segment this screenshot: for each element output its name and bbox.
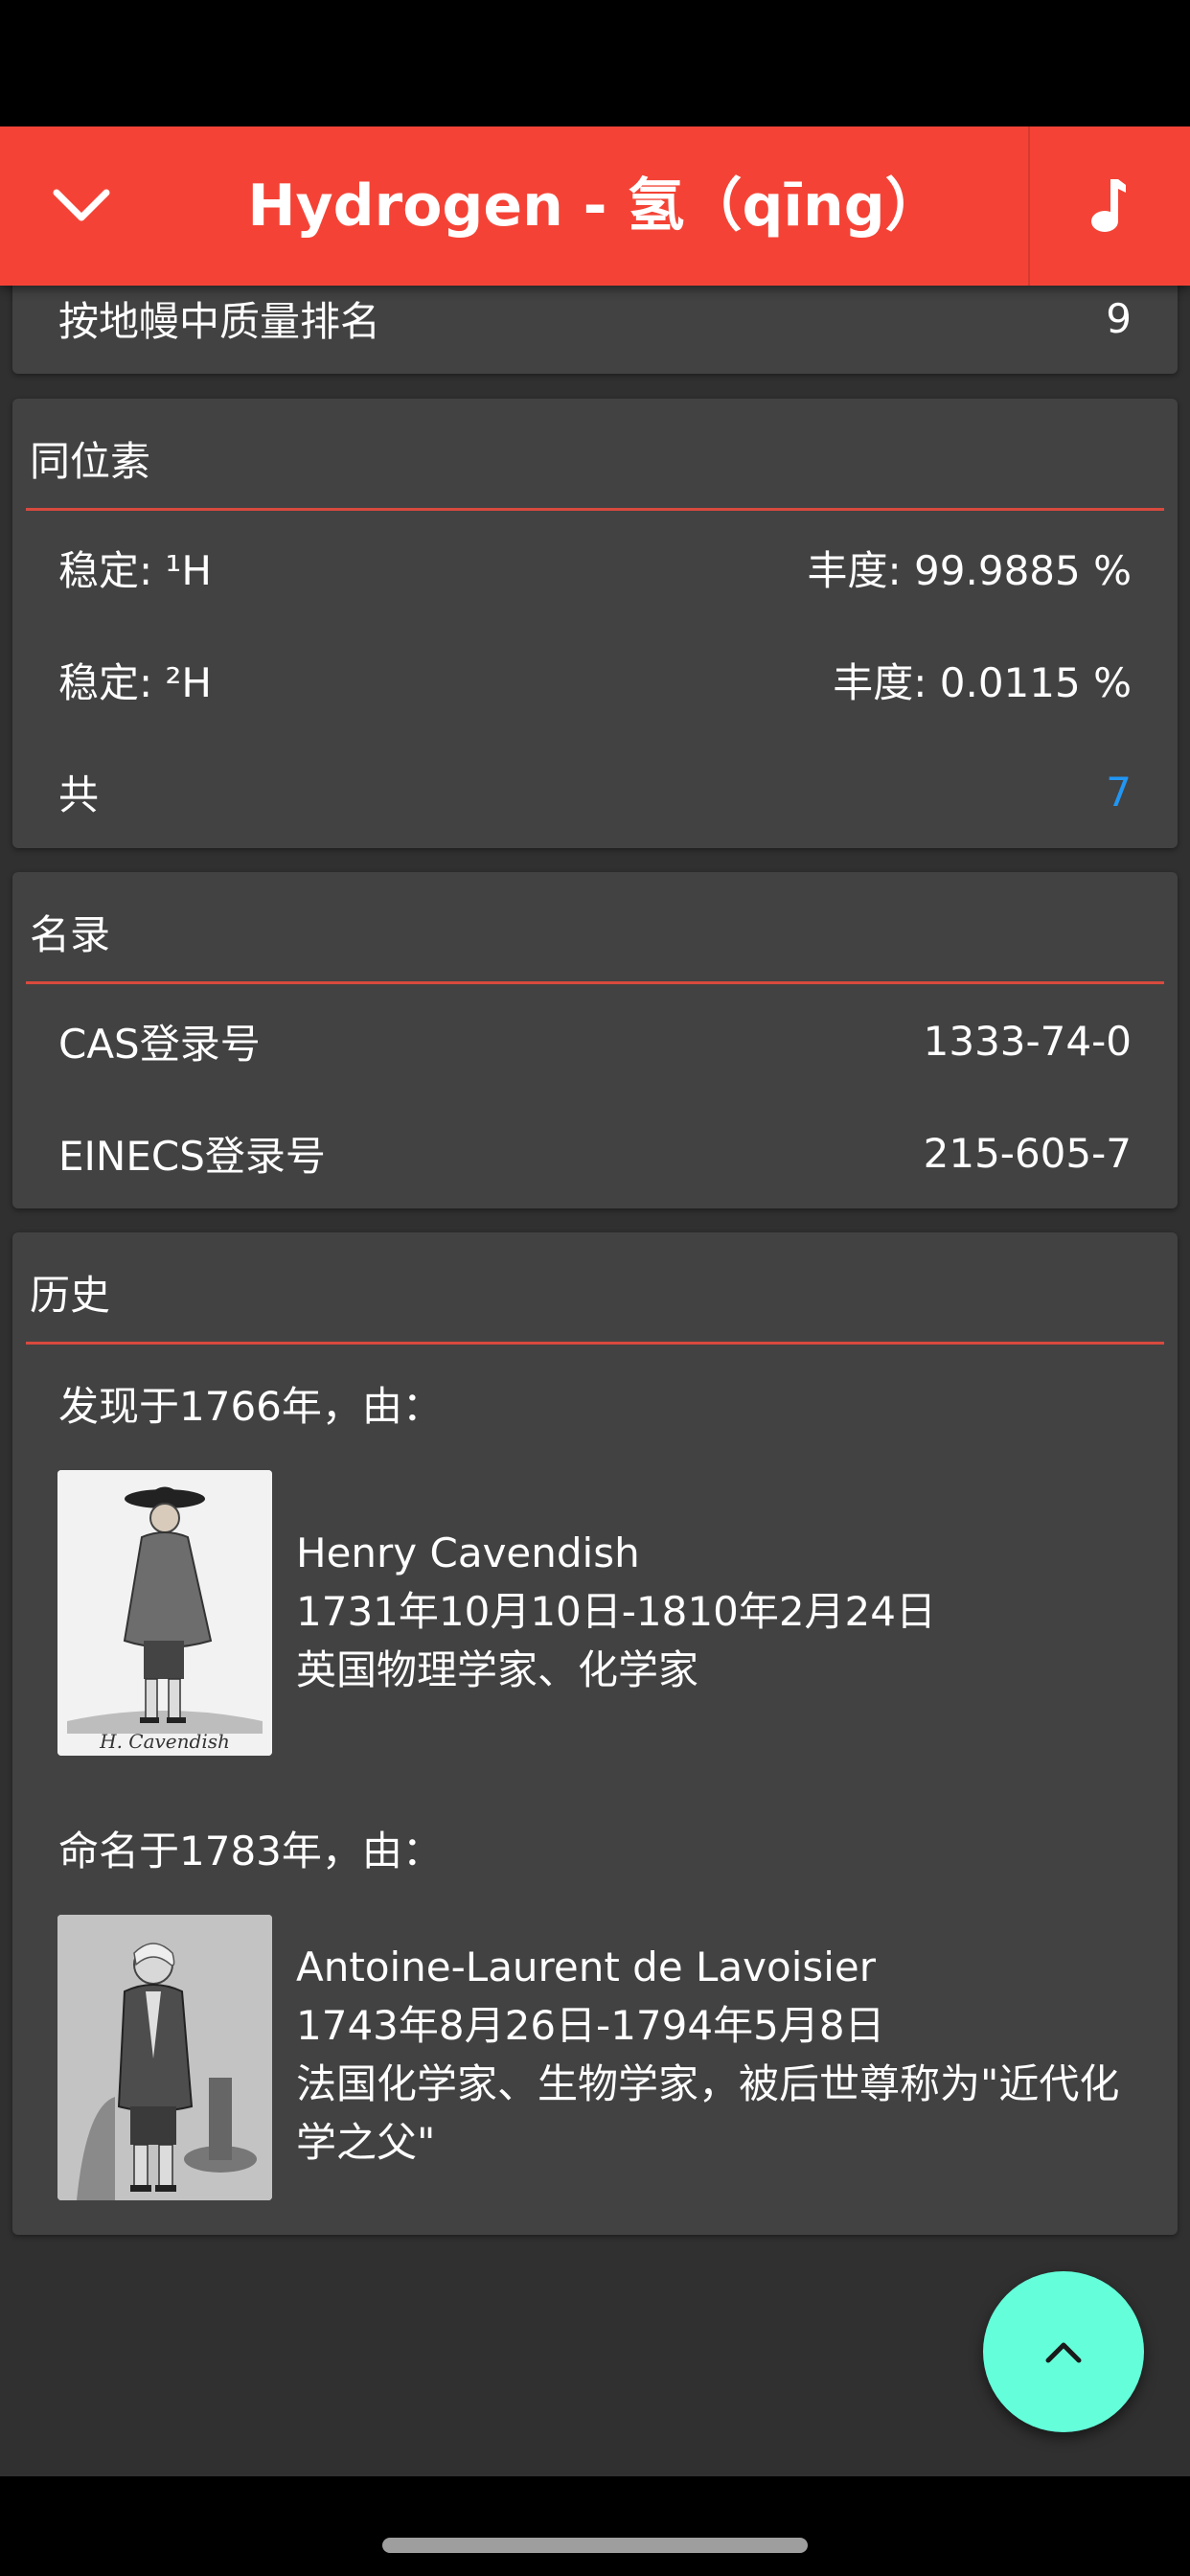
discoverer-dates: 1731年10月10日-1810年2月24日 <box>296 1588 936 1635</box>
namer-dates: 1743年8月26日-1794年5月8日 <box>296 2002 885 2049</box>
registry-row-cas: CAS登录号 1333-74-0 <box>58 1002 1132 1079</box>
page-title: Hydrogen - 氢（qīng） <box>247 172 943 240</box>
collapse-button[interactable] <box>29 146 134 266</box>
discoverer-info: Henry Cavendish 1731年10月10日-1810年2月24日 英… <box>296 1524 1120 1699</box>
properties-card: 按地幔中质量排名 9 <box>12 278 1178 374</box>
home-indicator[interactable] <box>382 2538 808 2553</box>
registry-label: EINECS登录号 <box>58 1132 326 1180</box>
card-title: 同位素 <box>30 438 151 485</box>
property-label: 按地幔中质量排名 <box>58 297 381 345</box>
card-divider <box>26 1342 1164 1345</box>
music-note-icon <box>1091 179 1126 232</box>
app-bar-divider <box>1028 126 1030 286</box>
registry-value: 1333-74-0 <box>923 1017 1132 1065</box>
cavendish-portrait[interactable]: H. Cavendish <box>57 1470 272 1756</box>
isotope-label: 稳定: ²H <box>58 658 212 706</box>
app-bar: Hydrogen - 氢（qīng） <box>0 126 1190 286</box>
namer-description: 法国化学家、生物学家，被后世尊称为"近代化学之父" <box>296 2060 1120 2166</box>
portrait-image: H. Cavendish <box>57 1470 272 1756</box>
history-card: 历史 发现于1766年，由： H. Cavendish Henry Cavend… <box>12 1232 1178 2235</box>
registry-value: 215-605-7 <box>923 1129 1132 1177</box>
pronunciation-button[interactable] <box>1035 146 1179 266</box>
portrait-image <box>57 1915 272 2200</box>
card-divider <box>26 981 1164 984</box>
lavoisier-portrait[interactable] <box>57 1915 272 2200</box>
scroll-to-top-button[interactable] <box>983 2271 1144 2432</box>
registry-label: CAS登录号 <box>58 1020 261 1068</box>
isotope-abundance: 丰度: 99.9885 % <box>807 546 1132 594</box>
system-nav-area <box>0 2476 1190 2576</box>
isotope-total-label: 共 <box>58 770 100 818</box>
discovered-label: 发现于1766年，由： <box>58 1383 443 1430</box>
isotope-row: 稳定: ²H 丰度: 0.0115 % <box>58 641 1132 718</box>
isotopes-card: 同位素 稳定: ¹H 丰度: 99.9885 % 稳定: ²H 丰度: 0.01… <box>12 399 1178 848</box>
status-bar <box>0 0 1190 126</box>
namer-name: Antoine-Laurent de Lavoisier <box>296 1944 877 1990</box>
discoverer-description: 英国物理学家、化学家 <box>296 1646 699 1693</box>
isotope-label: 稳定: ¹H <box>58 546 212 594</box>
svg-text:H. Cavendish: H. Cavendish <box>99 1730 230 1753</box>
card-title: 历史 <box>30 1272 111 1319</box>
isotope-row: 稳定: ¹H 丰度: 99.9885 % <box>58 529 1132 606</box>
card-title: 名录 <box>30 911 111 958</box>
registry-card: 名录 CAS登录号 1333-74-0 EINECS登录号 215-605-7 <box>12 872 1178 1208</box>
named-label: 命名于1783年，由： <box>58 1828 443 1874</box>
isotope-total-row[interactable]: 共 7 <box>58 753 1132 830</box>
isotope-abundance: 丰度: 0.0115 % <box>833 658 1132 706</box>
card-divider <box>26 508 1164 511</box>
discoverer-name: Henry Cavendish <box>296 1530 640 1576</box>
property-value: 9 <box>1106 294 1132 342</box>
registry-row-einecs: EINECS登录号 215-605-7 <box>58 1115 1132 1191</box>
property-row-mantle-rank: 按地幔中质量排名 9 <box>58 280 1132 356</box>
namer-info: Antoine-Laurent de Lavoisier 1743年8月26日-… <box>296 1938 1120 2172</box>
chevron-down-icon <box>53 189 110 221</box>
chevron-up-icon <box>1045 2342 1082 2363</box>
isotope-total-link[interactable]: 7 <box>1106 769 1132 816</box>
